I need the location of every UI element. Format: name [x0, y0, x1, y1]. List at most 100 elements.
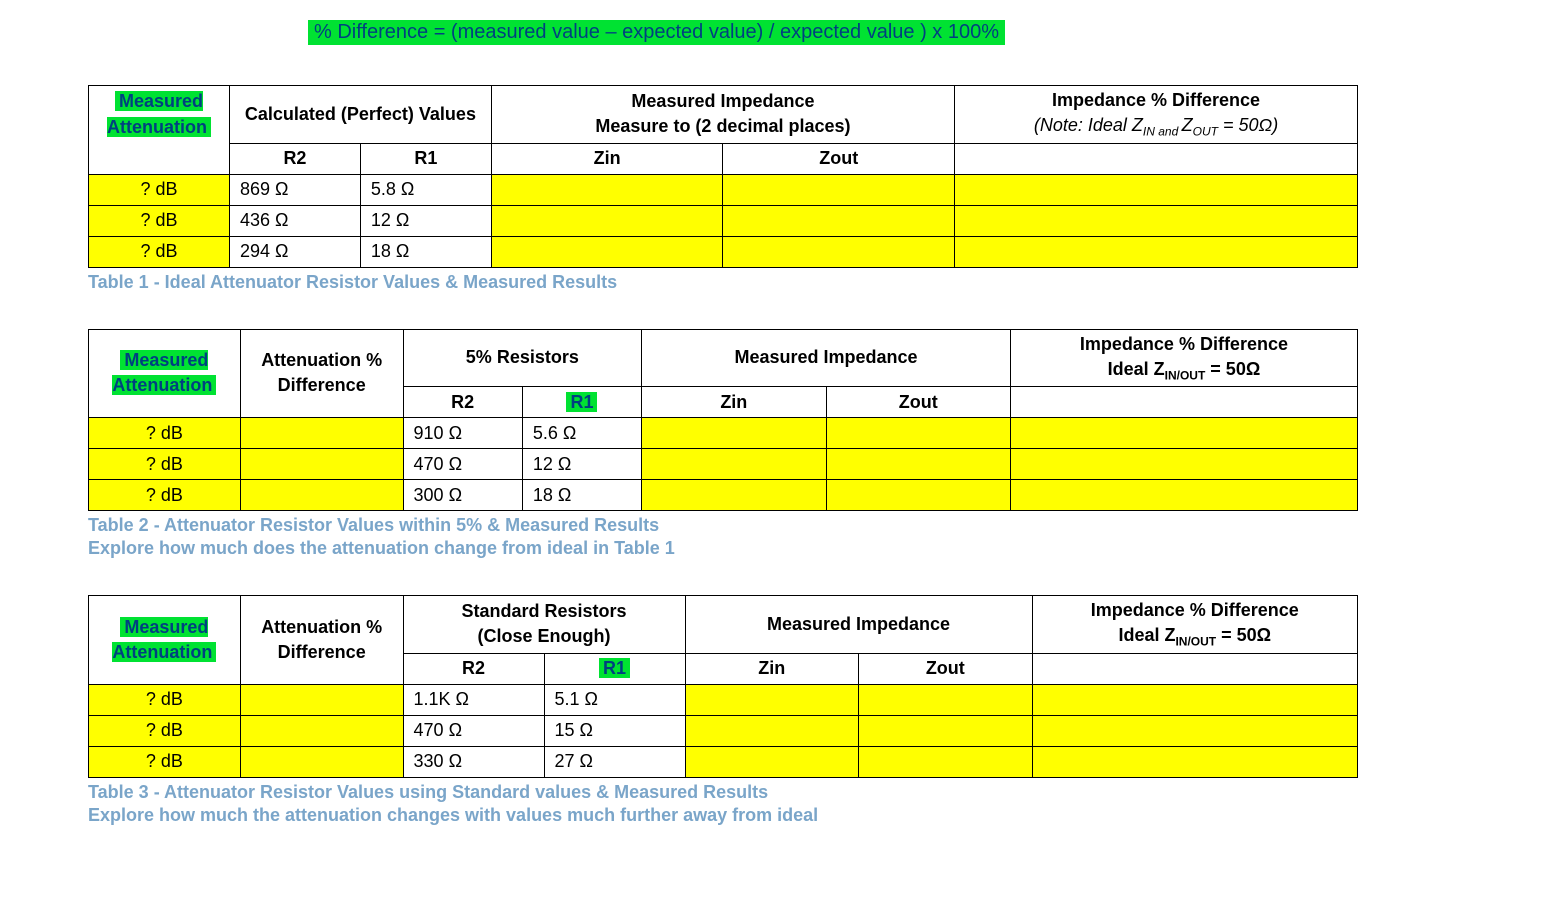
- cell-r1: 5.6 Ω: [522, 418, 641, 449]
- cell-imp-diff[interactable]: [1032, 684, 1357, 715]
- col-header-measured-attenuation: Measured Attenuation: [89, 86, 230, 144]
- col-header-zout: Zout: [859, 653, 1033, 684]
- table-row: ? dB 294 Ω 18 Ω: [89, 236, 1358, 267]
- cell-r2: 910 Ω: [403, 418, 522, 449]
- cell-zin[interactable]: [685, 715, 859, 746]
- table-row: ? dB 300 Ω 18 Ω: [89, 480, 1358, 511]
- col-header-r1: R1: [544, 653, 685, 684]
- table-3-caption-2: Explore how much the attenuation changes…: [88, 805, 1525, 826]
- cell-r1: 18 Ω: [522, 480, 641, 511]
- cell-zin[interactable]: [642, 480, 826, 511]
- formula-row: % Difference = (measured value – expecte…: [48, 20, 1525, 45]
- cell-imp-diff[interactable]: [1010, 418, 1357, 449]
- cell-zout[interactable]: [859, 746, 1033, 777]
- cell-attenuation[interactable]: ? dB: [89, 205, 230, 236]
- cell-zout[interactable]: [723, 205, 955, 236]
- cell-r2: 1.1K Ω: [403, 684, 544, 715]
- cell-r2: 470 Ω: [403, 715, 544, 746]
- table-2: Measured Attenuation Attenuation % Diffe…: [88, 329, 1358, 512]
- cell-zin[interactable]: [491, 205, 723, 236]
- table-row: ? dB 436 Ω 12 Ω: [89, 205, 1358, 236]
- col-header-measured-impedance: Measured Impedance: [685, 596, 1032, 654]
- cell-att-diff[interactable]: [240, 746, 403, 777]
- cell-zout[interactable]: [723, 174, 955, 205]
- col-header-r2: R2: [403, 653, 544, 684]
- table-row: ? dB 470 Ω 15 Ω: [89, 715, 1358, 746]
- table-1-caption: Table 1 - Ideal Attenuator Resistor Valu…: [88, 272, 1525, 293]
- cell-r2: 869 Ω: [229, 174, 360, 205]
- cell-zin[interactable]: [642, 418, 826, 449]
- cell-imp-diff[interactable]: [1032, 715, 1357, 746]
- col-header-att-diff: Attenuation % Difference: [240, 329, 403, 418]
- col-header-impedance-diff: Impedance % Difference (Note: Ideal ZIN …: [955, 86, 1358, 144]
- cell-zin[interactable]: [491, 174, 723, 205]
- col-header-5pct-resistors: 5% Resistors: [403, 329, 642, 387]
- col-header-calc-values: Calculated (Perfect) Values: [229, 86, 491, 144]
- cell-attenuation[interactable]: ? dB: [89, 449, 241, 480]
- cell-imp-diff[interactable]: [1010, 480, 1357, 511]
- cell-r1: 12 Ω: [522, 449, 641, 480]
- cell-attenuation[interactable]: ? dB: [89, 746, 241, 777]
- cell-zout[interactable]: [826, 449, 1010, 480]
- cell-r1: 15 Ω: [544, 715, 685, 746]
- cell-imp-diff[interactable]: [955, 205, 1358, 236]
- cell-r1: 18 Ω: [360, 236, 491, 267]
- table-row: ? dB 330 Ω 27 Ω: [89, 746, 1358, 777]
- cell-attenuation[interactable]: ? dB: [89, 684, 241, 715]
- table-1: Measured Attenuation Calculated (Perfect…: [88, 85, 1358, 268]
- cell-attenuation[interactable]: ? dB: [89, 715, 241, 746]
- cell-imp-diff[interactable]: [955, 174, 1358, 205]
- cell-att-diff[interactable]: [240, 684, 403, 715]
- cell-zout[interactable]: [826, 418, 1010, 449]
- table-header-row: Measured Attenuation Calculated (Perfect…: [89, 86, 1358, 144]
- col-header-r1: R1: [360, 143, 491, 174]
- cell-zin[interactable]: [685, 684, 859, 715]
- cell-r2: 300 Ω: [403, 480, 522, 511]
- cell-attenuation[interactable]: ? dB: [89, 418, 241, 449]
- table-row: ? dB 470 Ω 12 Ω: [89, 449, 1358, 480]
- col-header-measured-attenuation: Measured Attenuation: [89, 596, 241, 685]
- col-header-r2: R2: [229, 143, 360, 174]
- col-header-r2: R2: [403, 387, 522, 418]
- cell-att-diff[interactable]: [240, 480, 403, 511]
- cell-zin[interactable]: [685, 746, 859, 777]
- col-header-zin: Zin: [685, 653, 859, 684]
- table-header-row: Measured Attenuation Attenuation % Diffe…: [89, 596, 1358, 654]
- cell-attenuation[interactable]: ? dB: [89, 480, 241, 511]
- cell-imp-diff[interactable]: [1032, 746, 1357, 777]
- col-header-impedance-diff: Impedance % Difference Ideal ZIN/OUT = 5…: [1032, 596, 1357, 654]
- col-header-standard-resistors: Standard Resistors (Close Enough): [403, 596, 685, 654]
- col-header-att-diff: Attenuation % Difference: [240, 596, 403, 685]
- table-row: ? dB 1.1K Ω 5.1 Ω: [89, 684, 1358, 715]
- cell-att-diff[interactable]: [240, 418, 403, 449]
- col-header-measured-attenuation: Measured Attenuation: [89, 329, 241, 418]
- table-3-caption: Table 3 - Attenuator Resistor Values usi…: [88, 782, 1525, 803]
- cell-r1: 27 Ω: [544, 746, 685, 777]
- col-header-impedance-diff: Impedance % Difference Ideal ZIN/OUT = 5…: [1010, 329, 1357, 387]
- cell-r2: 470 Ω: [403, 449, 522, 480]
- col-header-measured-impedance: Measured Impedance: [642, 329, 1011, 387]
- cell-r1: 12 Ω: [360, 205, 491, 236]
- cell-zout[interactable]: [859, 684, 1033, 715]
- cell-attenuation[interactable]: ? dB: [89, 174, 230, 205]
- col-header-r1: R1: [522, 387, 641, 418]
- cell-attenuation[interactable]: ? dB: [89, 236, 230, 267]
- table-2-caption: Table 2 - Attenuator Resistor Values wit…: [88, 515, 1525, 536]
- table-2-caption-2: Explore how much does the attenuation ch…: [88, 538, 1525, 559]
- cell-imp-diff[interactable]: [1010, 449, 1357, 480]
- table-subheader-row: R2 R1 Zin Zout: [89, 143, 1358, 174]
- cell-r1: 5.8 Ω: [360, 174, 491, 205]
- col-header-zin: Zin: [642, 387, 826, 418]
- col-header-zout: Zout: [826, 387, 1010, 418]
- cell-att-diff[interactable]: [240, 449, 403, 480]
- cell-zout[interactable]: [826, 480, 1010, 511]
- cell-r2: 330 Ω: [403, 746, 544, 777]
- cell-r2: 294 Ω: [229, 236, 360, 267]
- cell-zin[interactable]: [642, 449, 826, 480]
- table-row: ? dB 869 Ω 5.8 Ω: [89, 174, 1358, 205]
- cell-zin[interactable]: [491, 236, 723, 267]
- cell-zout[interactable]: [723, 236, 955, 267]
- cell-att-diff[interactable]: [240, 715, 403, 746]
- cell-zout[interactable]: [859, 715, 1033, 746]
- cell-imp-diff[interactable]: [955, 236, 1358, 267]
